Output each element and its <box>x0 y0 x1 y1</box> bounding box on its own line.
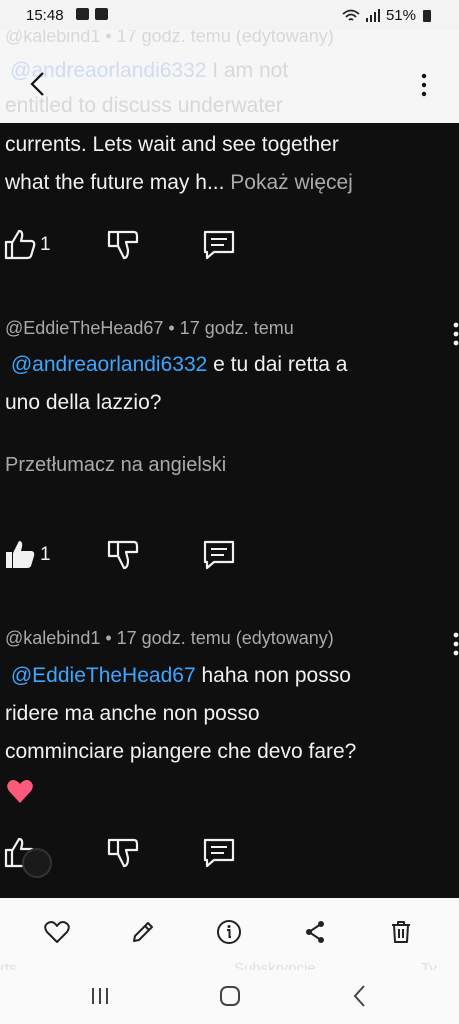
screenshot-capture-icon[interactable] <box>22 848 52 878</box>
more-vert-icon[interactable] <box>417 72 431 98</box>
comment3-line1: @EddieTheHead67 haha non posso <box>5 657 356 695</box>
wifi-icon <box>342 9 360 21</box>
gallery-notification-icon <box>76 8 89 20</box>
comment1-line2: what the future may h... Pokaż więcej <box>5 164 353 202</box>
comment3-line2: ridere ma anche non posso <box>5 702 260 725</box>
thumbs-down-icon[interactable] <box>106 228 140 262</box>
thumbs-down-icon[interactable] <box>106 538 140 572</box>
comment2-actions: 1 <box>0 538 459 578</box>
status-time: 15:48 <box>26 7 64 24</box>
share-icon[interactable] <box>301 918 329 946</box>
comment2-meta: @EddieTheHead67 • 17 godz. temu <box>5 318 294 338</box>
system-nav-bar <box>0 970 459 1024</box>
gallery-toolbar: rts Subskrypcje Ty <box>0 898 459 977</box>
comment2-text: @andreaorlandi6332 e tu dai retta a uno … <box>5 346 347 422</box>
comment2-line1: @andreaorlandi6332 e tu dai retta a <box>5 346 348 384</box>
comment3-text: @EddieTheHead67 haha non posso ridere ma… <box>5 657 356 771</box>
comment1-text: currents. Lets wait and see together wha… <box>5 126 353 202</box>
comment3-more-icon[interactable] <box>453 632 459 656</box>
comment3-line3: comminciare piangere che devo fare? <box>5 740 357 763</box>
comment1-line1: currents. Lets wait and see together <box>5 133 339 156</box>
thumbs-up-filled-icon[interactable] <box>3 538 37 572</box>
comment2-more-icon[interactable] <box>453 322 459 346</box>
thumbs-down-icon[interactable] <box>106 836 140 870</box>
system-indicators: 51% <box>342 7 431 24</box>
comment3-meta: @kalebind1 • 17 godz. temu (edytowany) <box>5 628 334 648</box>
edit-icon[interactable] <box>129 918 157 946</box>
status-bar: 15:48 51% <box>0 0 459 30</box>
check-notification-icon <box>95 8 108 20</box>
recent-apps-icon[interactable] <box>86 982 114 1010</box>
battery-percent: 51% <box>385 7 416 24</box>
comment1-actions: 1 <box>0 228 459 268</box>
translate-link[interactable]: Przetłumacz na angielski <box>5 454 226 477</box>
comment3-line1-rest: haha non posso <box>195 664 351 687</box>
comment1-line2-text: what the future may h... <box>5 171 225 194</box>
comment2-line1-rest: e tu dai retta a <box>207 353 348 376</box>
back-icon[interactable] <box>22 68 54 100</box>
comment2-mention[interactable]: @andreaorlandi6332 <box>11 353 207 376</box>
comment1-like-count: 1 <box>40 234 51 255</box>
comment2-like-count: 1 <box>40 544 51 565</box>
notification-icons <box>76 8 108 20</box>
battery-icon <box>423 9 431 22</box>
signal-icon <box>365 8 380 22</box>
show-more-link[interactable]: Pokaż więcej <box>224 171 353 194</box>
home-icon[interactable] <box>216 982 244 1010</box>
thumbs-up-icon[interactable] <box>3 228 37 262</box>
comment3-actions <box>0 836 459 876</box>
heart-icon[interactable] <box>43 918 71 946</box>
comment2-line2: uno della lazzio? <box>5 391 162 414</box>
comment3-mention[interactable]: @EddieTheHead67 <box>11 664 196 687</box>
heart-emoji-icon <box>7 780 33 803</box>
faded-line1-rest: I am not <box>206 59 289 82</box>
reply-icon[interactable] <box>202 228 236 262</box>
info-icon[interactable] <box>215 918 243 946</box>
trash-icon[interactable] <box>387 918 415 946</box>
reply-icon[interactable] <box>202 836 236 870</box>
reply-icon[interactable] <box>202 538 236 572</box>
viewer-header: @kalebind1 • 17 godz. temu (edytowany) @… <box>0 30 459 123</box>
nav-back-icon[interactable] <box>346 982 374 1010</box>
